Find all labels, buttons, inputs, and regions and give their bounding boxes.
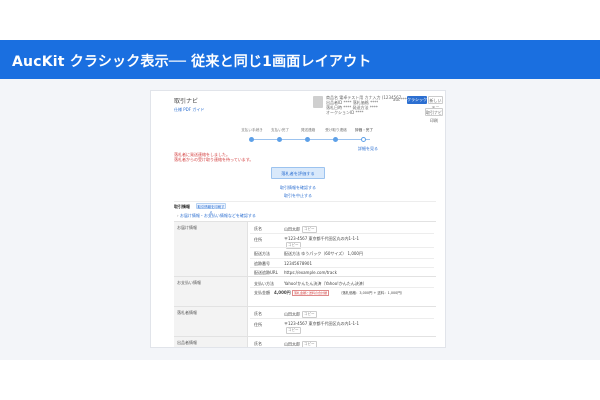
row-label: 氏名 (254, 226, 262, 231)
product-thumbnail (313, 96, 323, 108)
step-label: 支払い手続き (241, 128, 263, 132)
print-button[interactable]: 取引ナビ印刷 (425, 108, 443, 123)
step-dot-current (361, 137, 366, 142)
row-value-text: 〒123-4567 東京都千代田区丸の内1-1-1 (284, 321, 360, 326)
copy-tag[interactable]: コピー (302, 226, 317, 233)
expand-info-link[interactable]: › お届け情報・お支払い情報などを確認する (177, 213, 256, 218)
row-label: 氏名 (254, 341, 262, 346)
row-value-text: 山田太郎 (284, 226, 300, 232)
row-label: 配送追跡URL (254, 270, 278, 275)
section-title: 取引情報 (174, 204, 190, 209)
chevron-right-icon: › (177, 213, 179, 218)
step-dot (333, 137, 338, 142)
payment-note-badge: 落札金額と送料の合計額 (292, 290, 330, 296)
row-label: 住所 (254, 322, 262, 327)
cancel-transaction-link[interactable]: 取引を中止する (277, 193, 319, 198)
status-detail-link[interactable]: 詳細を見る (358, 146, 378, 151)
divider (250, 267, 434, 268)
payment-breakdown: （落札価格：3,000円 + 送料：1,000円） (339, 291, 405, 295)
divider (250, 287, 434, 288)
table-row: 出品者情報 氏名 山田太郎 コピー (174, 337, 436, 347)
copy-tag[interactable]: コピー (286, 327, 301, 334)
row-header: 落札者情報 (174, 307, 248, 336)
step-label: 支払い完了 (271, 128, 289, 132)
evaluate-buyer-button[interactable]: 落札者を評価する (271, 167, 325, 179)
row-value-text: 山田太郎 (284, 311, 300, 317)
row-value-text: 〒123-4567 東京都千代田区丸の内1-1-1 (284, 236, 360, 241)
page-title: 取引ナビ (174, 98, 199, 105)
row-label: 配送方法 (254, 251, 270, 256)
row-value: 配送方法 ゆうパック（60サイズ） 1,000円 (284, 251, 363, 256)
step-label-current: 評価・完了 (355, 128, 373, 132)
info-table: お届け情報 氏名 山田太郎 コピー 住所 〒123-4567 東京都千代田区丸の内… (174, 221, 436, 347)
row-header: お支払い情報 (174, 277, 248, 306)
notice-line-2: 落札者からの受け取り連絡を待っています。 (174, 157, 254, 162)
expand-info-label: お届け情報・お支払い情報などを確認する (179, 213, 256, 218)
row-label: 住所 (254, 237, 262, 242)
table-row: お支払い情報 支払い方法 Yahoo!かんたん決済（Yahoo!かんたん決済） … (174, 277, 436, 307)
classic-view-button[interactable]: クラシック表示 (407, 96, 427, 110)
row-header: 出品者情報 (174, 337, 248, 347)
divider (174, 201, 436, 202)
step-dot (305, 137, 310, 142)
row-value-text: 山田太郎 (284, 341, 300, 347)
row-label: 支払金額 (254, 290, 270, 295)
header-info-line: オークションID **** (326, 110, 364, 115)
header-user: auc**** (393, 97, 409, 102)
new-view-button[interactable]: 新しい表示 (428, 96, 443, 111)
progress-line (250, 139, 370, 140)
row-value: 山田太郎 コピー (284, 311, 317, 318)
help-link[interactable]: 仕様 PDF ガイド (174, 107, 204, 112)
tracking-url-link[interactable]: https://example.com/track (284, 270, 337, 275)
print-info-badge[interactable]: 取引情報を印刷する (196, 203, 226, 215)
row-value: 山田太郎 コピー (284, 226, 317, 233)
row-value: 山田太郎 コピー (284, 341, 317, 347)
step-label: 受け取り連絡 (325, 128, 347, 132)
step-label: 発送連絡 (300, 128, 316, 132)
header-info: 商品名 電卓テスト用 カナ入力 (1234567890) 出品者ID **** … (326, 95, 401, 115)
row-value: 〒123-4567 東京都千代田区丸の内1-1-1コピー (284, 321, 364, 334)
table-row: 落札者情報 氏名 山田太郎 コピー 住所 〒123-4567 東京都千代田区丸の内… (174, 307, 436, 337)
divider (250, 247, 434, 248)
step-dot (249, 137, 254, 142)
divider (250, 318, 434, 319)
row-value: 12345678901 (284, 261, 312, 266)
divider (250, 233, 434, 234)
banner-title: AucKit クラシック表示── 従来と同じ1画面レイアウト (0, 40, 600, 79)
table-row: お届け情報 氏名 山田太郎 コピー 住所 〒123-4567 東京都千代田区丸の内… (174, 222, 436, 277)
copy-tag[interactable]: コピー (302, 341, 317, 347)
confirm-transaction-link[interactable]: 取引情報を確認する (277, 185, 319, 190)
divider (250, 258, 434, 259)
screenshot-frame: 取引ナビ 仕様 PDF ガイド 商品名 電卓テスト用 カナ入力 (1234567… (150, 90, 446, 348)
row-label: 氏名 (254, 311, 262, 316)
step-dot (277, 137, 282, 142)
payment-amount: 4,000円 (274, 290, 291, 295)
copy-tag[interactable]: コピー (302, 311, 317, 318)
row-header: お届け情報 (174, 222, 248, 276)
